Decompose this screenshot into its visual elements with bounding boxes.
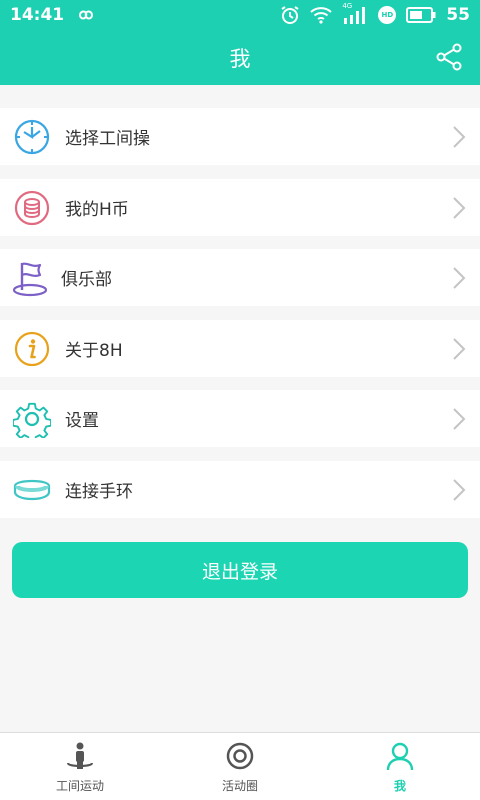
menu-item-h-coins[interactable]: 我的H币 [0,179,480,236]
wifi-icon [310,6,332,24]
exercise-person-icon [65,741,95,771]
status-time: 14:41 [10,5,65,25]
tab-me[interactable]: 我 [320,733,480,800]
hd-label: HD [381,11,394,19]
alarm-icon [280,5,300,25]
chevron-right-icon [452,196,466,220]
menu-item-label: 连接手环 [65,482,133,502]
bracelet-icon [12,470,52,510]
menu-item-label: 关于8H [65,341,123,361]
chevron-right-icon [452,266,466,290]
menu-item-club[interactable]: 俱乐部 [0,249,480,306]
menu-item-label: 选择工间操 [65,129,150,149]
status-bar: 14:41 4G HD 55 [0,0,480,30]
chevron-right-icon [452,407,466,431]
network-type-label: 4G [342,2,353,10]
battery-percent: 55 [446,5,470,25]
target-icon [225,741,255,771]
flag-icon [12,258,52,298]
bottom-tab-bar: 工间运动 活动圈 我 [0,732,480,800]
tab-label: 工间运动 [55,779,104,793]
signal-icon: 4G [342,2,368,24]
hd-icon: HD [378,6,397,24]
menu-item-connect-bracelet[interactable]: 连接手环 [0,461,480,518]
menu-item-label: 设置 [65,411,99,431]
info-icon [12,329,52,369]
menu-item-settings[interactable]: 设置 [0,390,480,447]
chevron-right-icon [452,478,466,502]
user-icon [385,741,415,771]
coins-icon [12,188,52,228]
menu-item-about[interactable]: 关于8H [0,320,480,377]
nav-bar: 我 [0,30,480,85]
battery-icon [406,7,436,23]
page-title: 我 [229,46,251,71]
gear-icon [12,399,52,439]
tab-activity-circle[interactable]: 活动圈 [160,733,320,800]
logout-button[interactable]: 退出登录 [12,542,468,598]
infinity-icon [74,8,98,22]
tab-label: 我 [393,779,406,793]
chevron-right-icon [452,125,466,149]
tab-exercise[interactable]: 工间运动 [0,733,160,800]
clock-icon [12,117,52,157]
menu-item-select-exercise[interactable]: 选择工间操 [0,108,480,165]
tab-label: 活动圈 [221,779,258,793]
menu-item-label: 我的H币 [65,200,129,220]
chevron-right-icon [452,337,466,361]
menu-item-label: 俱乐部 [61,270,112,290]
share-icon[interactable] [434,42,464,72]
